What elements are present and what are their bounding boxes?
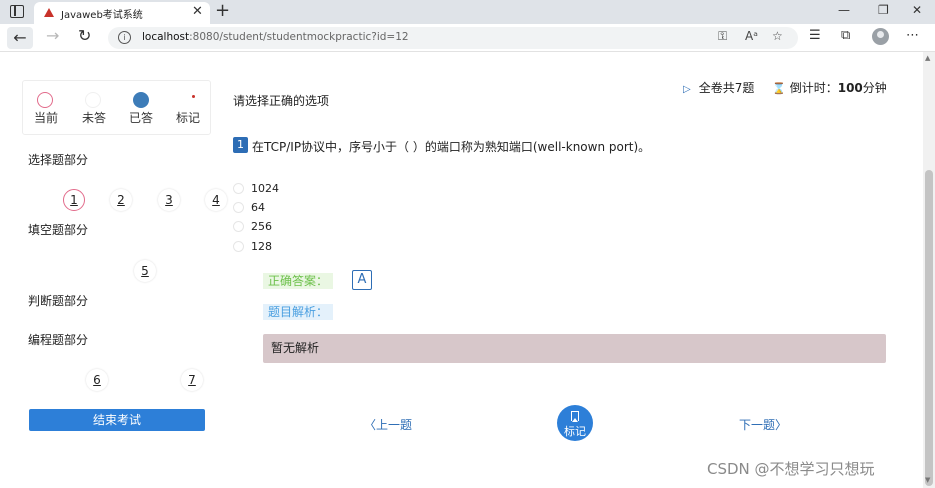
close-window-button[interactable]: ✕ [912, 3, 922, 17]
correct-answer-value: A [352, 270, 372, 290]
total-questions: ▷ 全卷共7题 [683, 81, 755, 95]
question-nav-2[interactable]: 2 [110, 189, 132, 211]
option-radio[interactable] [233, 221, 244, 232]
question-nav-6[interactable]: 6 [86, 369, 108, 391]
question-nav-4[interactable]: 4 [205, 189, 227, 211]
end-exam-button[interactable]: 结束考试 [29, 409, 205, 431]
question-nav-7[interactable]: 7 [181, 369, 203, 391]
tab-title: Javaweb考试系统 [61, 10, 143, 21]
favorites-list-icon[interactable]: ☰ [809, 28, 821, 43]
legend-answered-label: 已答 [129, 111, 154, 125]
page-scrollbar[interactable]: ▲ ▼ [923, 52, 935, 488]
answered-marker-icon [133, 92, 149, 108]
more-options-icon[interactable]: ⋯ [906, 28, 919, 43]
forward-arrow-icon[interactable]: → [46, 26, 59, 45]
fill-section-title: 填空题部分 [28, 223, 89, 237]
favorite-star-icon[interactable]: ☆ [772, 29, 783, 43]
collections-icon[interactable]: ⧉ [841, 28, 850, 43]
back-arrow-icon[interactable]: ← [7, 27, 33, 49]
explanation-label: 题目解析： [263, 304, 334, 320]
status-legend: 当前 未答 已答 标记 [22, 80, 211, 135]
option-radio[interactable] [233, 183, 244, 194]
option-label: 256 [251, 220, 272, 233]
option-radio[interactable] [233, 241, 244, 252]
watermark: CSDN @不想学习只想玩 [707, 460, 875, 478]
program-section-title: 编程题部分 [28, 333, 89, 347]
key-icon[interactable]: ⚿ [718, 29, 727, 44]
tab-actions-icon[interactable] [10, 5, 24, 18]
judge-section-title: 判断题部分 [28, 294, 89, 308]
address-bar[interactable]: i localhost:8080/student/studentmockprac… [108, 27, 798, 49]
question-nav-5[interactable]: 5 [134, 260, 156, 282]
scroll-down-icon[interactable]: ▼ [925, 476, 930, 484]
correct-answer-label: 正确答案： [263, 273, 334, 289]
option-label: 1024 [251, 182, 279, 195]
profile-avatar-icon[interactable] [872, 28, 889, 45]
question-nav-1[interactable]: 1 [63, 189, 85, 211]
browser-tab-bar: Javaweb考试系统 ✕ + — ❐ ✕ [0, 0, 935, 24]
option-label: 64 [251, 201, 265, 214]
question-nav-3[interactable]: 3 [158, 189, 180, 211]
question-text: 在TCP/IP协议中，序号小于（ ）的端口称为熟知端口(well-known p… [252, 140, 651, 154]
minimize-button[interactable]: — [838, 3, 850, 17]
countdown-timer: ⌛ 倒计时：100分钟 [772, 81, 887, 95]
explanation-box: 暂无解析 [263, 334, 886, 363]
scroll-thumb[interactable] [925, 170, 933, 486]
mark-label: 标记 [564, 425, 586, 438]
instruction-text: 请选择正确的选项 [233, 94, 330, 108]
site-favicon-icon [44, 8, 54, 17]
question-index-badge: 1 [233, 137, 248, 153]
marked-dot-icon [192, 95, 195, 98]
reload-icon[interactable]: ↻ [78, 26, 91, 45]
bookmark-icon [571, 411, 579, 422]
chevron-right-icon: 〉 [775, 418, 788, 432]
browser-toolbar: ← → ↻ i localhost:8080/student/studentmo… [0, 24, 935, 52]
new-tab-button[interactable]: + [215, 0, 230, 21]
current-marker-icon [37, 92, 53, 108]
timer-value: 100 [837, 81, 863, 95]
legend-unanswered-label: 未答 [82, 111, 107, 125]
legend-marked-label: 标记 [176, 111, 201, 125]
read-aloud-icon[interactable]: Aᵃ [745, 29, 758, 43]
tab-close-icon[interactable]: ✕ [192, 4, 203, 19]
scroll-up-icon[interactable]: ▲ [925, 54, 930, 62]
option-radio[interactable] [233, 202, 244, 213]
next-question-link[interactable]: 下一题〉 [739, 416, 787, 433]
unanswered-marker-icon [85, 92, 101, 108]
option-label: 128 [251, 240, 272, 253]
play-triangle-icon: ▷ [683, 84, 691, 95]
choice-section-title: 选择题部分 [28, 153, 89, 167]
chevron-left-icon: 〈 [364, 418, 377, 432]
browser-tab[interactable]: Javaweb考试系统 ✕ [34, 2, 210, 24]
site-info-icon[interactable]: i [118, 31, 131, 44]
mark-button[interactable]: 标记 [557, 405, 593, 441]
prev-question-link[interactable]: 〈上一题 [364, 416, 412, 433]
url-text[interactable]: localhost:8080/student/studentmockpracti… [142, 31, 409, 43]
hourglass-icon: ⌛ [772, 82, 786, 95]
maximize-button[interactable]: ❐ [878, 3, 889, 17]
legend-current-label: 当前 [34, 111, 59, 125]
